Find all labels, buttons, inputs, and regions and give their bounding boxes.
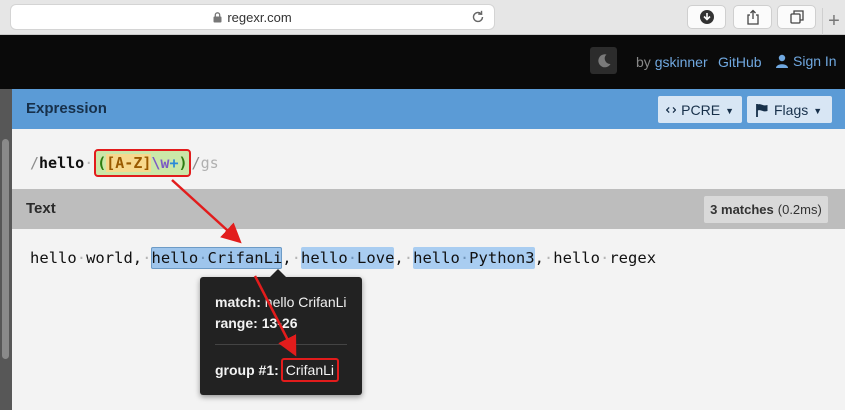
moon-icon xyxy=(597,53,610,67)
flags-label: Flags xyxy=(774,101,809,118)
close-paren-token: ) xyxy=(178,154,188,172)
test-text-editor[interactable]: hello·world,·hello·CrifanLi,·hello·Love,… xyxy=(12,229,845,410)
expression-title: Expression xyxy=(26,100,107,117)
text-segment: ,· xyxy=(394,249,414,267)
chevron-down-icon: ▼ xyxy=(813,106,823,116)
code-icon xyxy=(666,106,677,113)
text-segment: ,·hello·regex xyxy=(534,249,657,267)
tooltip-range-row: range: 13-26 xyxy=(215,315,298,331)
author-link[interactable]: gskinner xyxy=(655,54,708,70)
open-delimiter: / xyxy=(30,154,40,172)
match-highlight[interactable]: hello·Python3 xyxy=(413,247,535,269)
regex-pattern[interactable]: / hello · ([A-Z]\w+) / gs xyxy=(30,149,219,177)
browser-toolbar: regexr.com + xyxy=(0,0,845,35)
reload-icon[interactable] xyxy=(470,9,486,25)
tooltip-group-row: group #1: CrifanLi xyxy=(215,358,340,382)
space-token: · xyxy=(84,154,94,172)
downloads-button[interactable] xyxy=(687,5,726,29)
close-delimiter: / xyxy=(191,154,201,172)
author-credit: by gskinner xyxy=(636,54,708,70)
by-label: by xyxy=(636,54,651,70)
chevron-down-icon: ▼ xyxy=(725,106,734,116)
tab-overview-button[interactable] xyxy=(777,5,816,29)
match-label: match: xyxy=(215,294,261,310)
capture-group[interactable]: ([A-Z]\w+) xyxy=(94,149,191,177)
test-text[interactable]: hello·world,·hello·CrifanLi,·hello·Love,… xyxy=(30,247,657,269)
tabs-icon xyxy=(789,10,804,24)
sign-in-label: Sign In xyxy=(793,53,837,69)
match-value: hello CrifanLi xyxy=(264,294,347,310)
match-time: (0.2ms) xyxy=(777,202,822,217)
text-header: Text 3 matches (0.2ms) xyxy=(12,189,845,229)
github-link[interactable]: GitHub xyxy=(718,54,762,70)
theme-toggle[interactable] xyxy=(590,47,617,74)
download-icon xyxy=(699,10,714,24)
tooltip-divider xyxy=(215,344,347,345)
share-button[interactable] xyxy=(733,5,772,29)
text-segment: ,· xyxy=(282,249,301,267)
expression-editor[interactable]: / hello · ([A-Z]\w+) / gs xyxy=(12,129,845,189)
sidebar-scrollbar[interactable] xyxy=(2,139,9,359)
match-highlight[interactable]: hello·Love xyxy=(300,247,395,269)
group-label: group #1: xyxy=(215,362,279,378)
group-value: CrifanLi xyxy=(280,358,340,382)
share-icon xyxy=(746,9,759,25)
literal-token: hello xyxy=(39,154,85,172)
range-label: range: xyxy=(215,315,258,331)
range-value: 13-26 xyxy=(261,315,298,331)
open-paren-token: ( xyxy=(97,154,107,172)
text-title: Text xyxy=(26,200,56,217)
flag-icon xyxy=(756,103,768,117)
address-bar[interactable]: regexr.com xyxy=(10,4,495,30)
match-highlight[interactable]: hello·CrifanLi xyxy=(151,247,283,269)
app-header: by gskinner GitHub Sign In xyxy=(0,35,845,89)
flags-token: gs xyxy=(200,154,219,172)
new-tab-button[interactable]: + xyxy=(822,8,845,35)
match-count: 3 matches xyxy=(710,202,774,217)
tooltip-match-row: match: hello CrifanLi xyxy=(215,294,347,310)
engine-label: PCRE xyxy=(681,101,721,118)
text-segment: hello·world,· xyxy=(30,249,152,267)
expression-header: Expression PCRE ▼ Flags ▼ xyxy=(12,89,845,129)
left-sidebar-rail xyxy=(0,89,12,410)
quantifier-token: + xyxy=(169,154,179,172)
plus-icon: + xyxy=(828,10,840,32)
sign-in-link[interactable]: Sign In xyxy=(775,53,837,69)
engine-dropdown[interactable]: PCRE ▼ xyxy=(658,96,742,123)
lock-icon xyxy=(213,12,222,23)
match-count-badge[interactable]: 3 matches (0.2ms) xyxy=(704,196,828,223)
charset-token: [A-Z] xyxy=(106,154,152,172)
url-text: regexr.com xyxy=(227,10,292,25)
flags-dropdown[interactable]: Flags ▼ xyxy=(747,96,832,123)
user-icon xyxy=(776,54,788,68)
match-tooltip: match: hello CrifanLi range: 13-26 group… xyxy=(200,269,362,395)
escape-token: \w xyxy=(151,154,170,172)
